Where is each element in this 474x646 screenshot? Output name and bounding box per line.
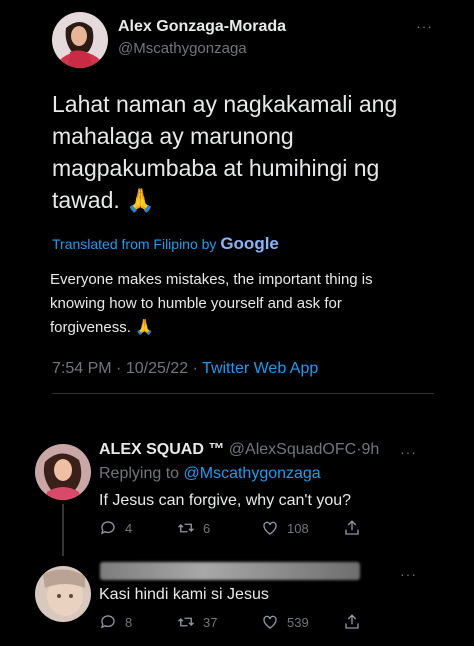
- tweet-date[interactable]: 10/25/22: [126, 360, 188, 377]
- replying-to: Replying to @Mscathygonzaga: [99, 465, 321, 483]
- tweet-text-line: Lahat naman ay nagkakamali ang: [52, 91, 398, 117]
- reply-text: Kasi hindi kami si Jesus: [99, 586, 269, 603]
- like-count: 108: [287, 520, 309, 536]
- reply-avatar[interactable]: [35, 566, 91, 622]
- translated-label[interactable]: Translated from Filipino by: [52, 236, 216, 252]
- tweet-source[interactable]: Twitter Web App: [202, 360, 318, 377]
- author-avatar[interactable]: [52, 12, 108, 68]
- translated-text: Everyone makes mistakes, the important t…: [50, 268, 460, 340]
- translated-line: knowing how to humble yourself and ask f…: [50, 295, 342, 312]
- reply-header: ALEX SQUAD ™ @AlexSquadOFC·9h: [99, 441, 380, 458]
- retweet-action[interactable]: 37: [177, 613, 217, 631]
- like-action[interactable]: 108: [261, 519, 309, 537]
- reply-count: 4: [125, 520, 133, 536]
- share-action[interactable]: [343, 519, 361, 537]
- reply-count: 8: [125, 614, 133, 630]
- tweet-text: Lahat naman ay nagkakamali ang mahalaga …: [52, 88, 452, 216]
- like-count: 539: [287, 614, 309, 630]
- heart-icon: [263, 615, 277, 629]
- author-handle[interactable]: @Mscathygonzaga: [118, 40, 247, 57]
- more-options-icon[interactable]: ···: [400, 566, 417, 582]
- share-icon: [345, 614, 359, 629]
- redacted-author: [100, 562, 360, 580]
- thread-line: [62, 504, 64, 556]
- reply-action[interactable]: 4: [99, 519, 132, 537]
- heart-icon: [263, 521, 277, 535]
- author-name[interactable]: Alex Gonzaga-Morada: [118, 18, 286, 36]
- share-icon: [345, 520, 359, 535]
- tweet-metadata: 7:54 PM · 10/25/22 · Twitter Web App: [52, 360, 318, 378]
- share-action[interactable]: [343, 613, 361, 631]
- translated-line: forgiveness. 🙏: [50, 319, 154, 336]
- reply-age[interactable]: 9h: [362, 441, 380, 458]
- retweet-icon: [178, 523, 194, 533]
- retweet-count: 37: [203, 614, 218, 630]
- google-logo: Google: [220, 234, 279, 253]
- tweet-time[interactable]: 7:54 PM: [52, 360, 112, 377]
- reply-author-handle[interactable]: @AlexSquadOFC: [229, 441, 356, 458]
- comment-icon: [100, 521, 115, 535]
- more-options-icon[interactable]: ···: [400, 444, 417, 460]
- tweet-text-line: magpakumbaba at humihingi ng: [52, 155, 380, 181]
- replying-handle[interactable]: @Mscathygonzaga: [184, 465, 321, 482]
- tweet-text-line: mahalaga ay marunong: [52, 123, 294, 149]
- reply-actions: 4 6 108: [99, 519, 369, 541]
- divider: [52, 393, 434, 394]
- like-action[interactable]: 539: [261, 613, 309, 631]
- meta-separator: ·: [116, 360, 122, 377]
- more-options-icon[interactable]: ···: [416, 18, 433, 34]
- tweet-text-line: tawad. 🙏: [52, 187, 155, 213]
- retweet-count: 6: [203, 520, 211, 536]
- translation-attribution[interactable]: Translated from Filipino by Google: [52, 234, 279, 254]
- reply-avatar[interactable]: [35, 444, 91, 500]
- retweet-action[interactable]: 6: [177, 519, 210, 537]
- reply-author-name[interactable]: ALEX SQUAD ™: [99, 441, 224, 458]
- comment-icon: [100, 615, 115, 629]
- replying-label: Replying to: [99, 465, 180, 482]
- reply-action[interactable]: 8: [99, 613, 132, 631]
- translated-line: Everyone makes mistakes, the important t…: [50, 271, 373, 288]
- retweet-icon: [178, 617, 194, 627]
- meta-separator: ·: [192, 360, 198, 377]
- reply-text: If Jesus can forgive, why can't you?: [99, 492, 352, 509]
- reply-actions: 8 37 539: [99, 613, 369, 635]
